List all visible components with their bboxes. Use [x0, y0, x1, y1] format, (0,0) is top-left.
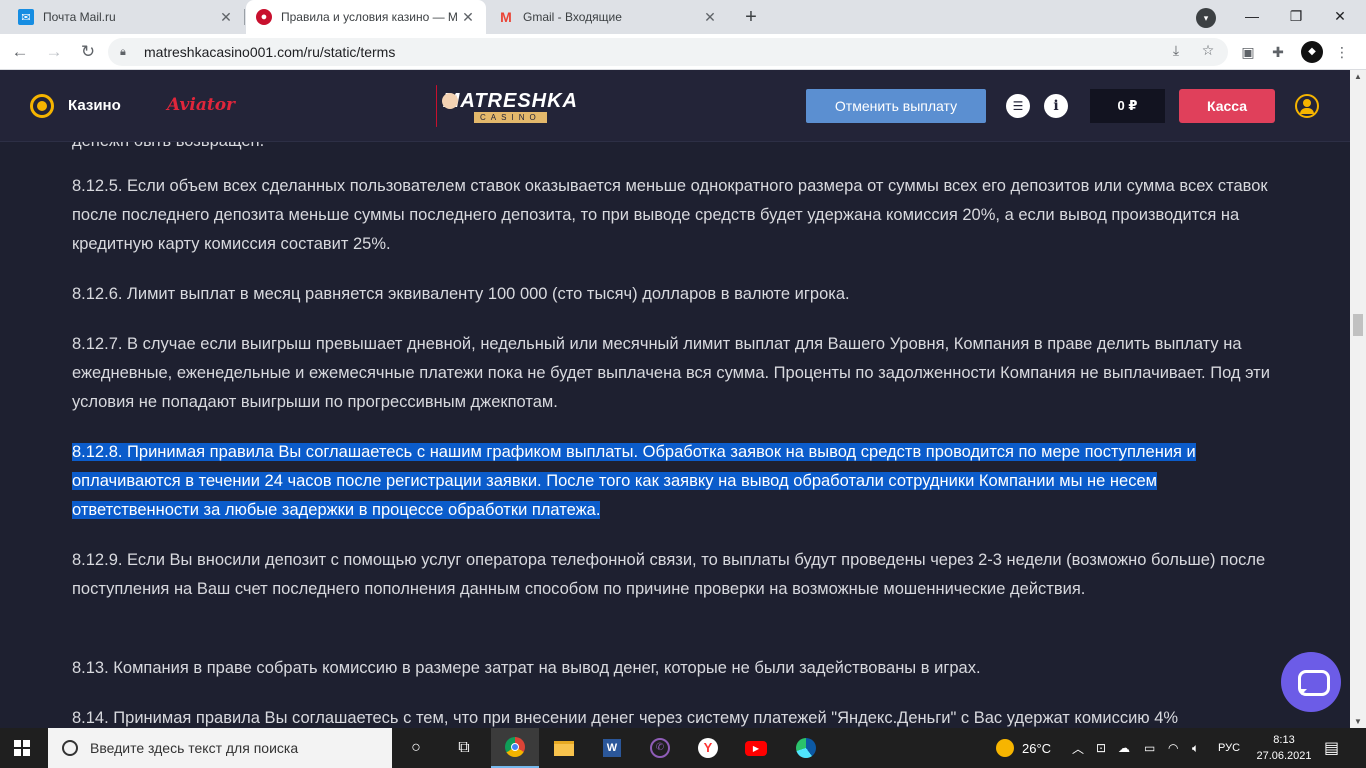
windows-taskbar: Введите здесь текст для поиска ○ ⧉ W ✆ Y…	[0, 728, 1366, 768]
tab-mail[interactable]: ✉ Почта Mail.ru ✕	[8, 0, 244, 34]
wifi-icon[interactable]: ◠	[1168, 728, 1178, 768]
close-icon[interactable]: ✕	[460, 9, 476, 26]
scroll-up-icon[interactable]: ▲	[1354, 72, 1362, 81]
selected-text: 8.12.8. Принимая правила Вы соглашаетесь…	[72, 443, 1196, 519]
viber-icon[interactable]: ✆	[636, 728, 684, 768]
sun-icon	[996, 739, 1014, 757]
cancel-payout-button[interactable]: Отменить выплату	[806, 89, 986, 123]
chrome-icon[interactable]	[491, 728, 539, 768]
star-icon[interactable]: ☆	[1198, 40, 1218, 60]
tab-label: Почта Mail.ru	[43, 10, 116, 24]
nav-aviator[interactable]: Aviator	[167, 95, 235, 115]
balance-display[interactable]: 0 ₽	[1090, 89, 1165, 123]
windows-start-icon[interactable]	[14, 740, 30, 756]
support-chat-button[interactable]	[1281, 652, 1341, 712]
terms-paragraph-highlighted: 8.12.8. Принимая правила Вы соглашаетесь…	[72, 438, 1282, 525]
browser-tab-bar: ✉ Почта Mail.ru ✕ ● Правила и условия ка…	[0, 0, 1366, 34]
edge-icon[interactable]	[782, 728, 830, 768]
terms-paragraph: 8.12.9. Если Вы вносили депозит с помощь…	[72, 551, 1266, 598]
tab-gmail[interactable]: M Gmail - Входящие ✕	[488, 0, 728, 34]
cortana-icon[interactable]: ○	[392, 728, 440, 768]
close-icon[interactable]: ✕	[218, 9, 234, 26]
youtube-icon[interactable]: ▶	[732, 728, 780, 768]
logo-sub-text: CASINO	[474, 111, 547, 123]
install-icon[interactable]: ⤓	[1166, 40, 1186, 60]
chat-icon[interactable]: ☰	[1006, 94, 1030, 118]
tab-label: Правила и условия казино — M	[281, 10, 458, 24]
address-bar[interactable]: 🔒︎ matreshkacasino001.com/ru/static/term…	[108, 38, 1228, 66]
volume-icon[interactable]: 🔈︎	[1192, 728, 1199, 768]
tray-chevron-icon[interactable]: ︿	[1072, 728, 1084, 768]
site-logo[interactable]: MATRESHKA CASINO	[436, 84, 578, 128]
task-view-icon[interactable]: ⧉	[440, 728, 488, 768]
terms-paragraph: 8.12.5. Если объем всех сделанных пользо…	[72, 177, 1268, 253]
new-tab-button[interactable]: +	[738, 4, 764, 30]
nav-casino[interactable]: Казино	[68, 97, 121, 114]
info-icon[interactable]: i	[1044, 94, 1068, 118]
menu-icon[interactable]: ⋮	[1332, 42, 1352, 62]
avatar[interactable]: ◆	[1301, 41, 1323, 63]
lock-icon[interactable]: 🔒︎	[120, 46, 132, 58]
notification-icon[interactable]: ▤	[1324, 728, 1339, 768]
search-icon	[62, 740, 78, 756]
partial-line: денежн быть возвращен.	[72, 142, 264, 156]
gmail-icon: M	[500, 9, 512, 25]
logo-main-text: MATRESHKA	[442, 89, 578, 112]
matreshka-logo-icon	[436, 85, 452, 127]
network-device-icon[interactable]: ⊡	[1096, 728, 1106, 768]
cash-button[interactable]: Касса	[1179, 89, 1275, 123]
matreshka-favicon: ●	[256, 9, 272, 25]
scroll-down-icon[interactable]: ▼	[1354, 717, 1362, 726]
scroll-thumb[interactable]	[1353, 314, 1363, 336]
clock-date: 27.06.2021	[1256, 750, 1312, 762]
url-text: matreshkacasino001.com/ru/static/terms	[144, 44, 396, 60]
weather-widget[interactable]: 26°C	[996, 728, 1051, 768]
minimize-button[interactable]: —	[1230, 0, 1274, 34]
extension-icon[interactable]: ▣	[1238, 42, 1258, 62]
word-icon[interactable]: W	[588, 728, 636, 768]
terms-paragraph: 8.14. Принимая правила Вы соглашаетесь с…	[72, 709, 1179, 727]
tab-label: Gmail - Входящие	[523, 10, 622, 24]
back-button[interactable]: ←	[8, 40, 32, 64]
tab-search-icon[interactable]: ▾	[1196, 8, 1216, 28]
restore-button[interactable]: ❐	[1274, 0, 1318, 34]
terms-paragraph: 8.13. Компания в праве собрать комиссию …	[72, 659, 981, 677]
file-explorer-icon[interactable]	[540, 728, 588, 768]
reload-button[interactable]: ↻	[76, 40, 100, 64]
weather-temperature: 26°C	[1022, 740, 1052, 756]
close-window-button[interactable]: ✕	[1318, 0, 1362, 34]
mail-icon: ✉	[18, 9, 34, 25]
cloud-icon[interactable]: ☁	[1118, 728, 1130, 768]
user-icon[interactable]	[1295, 94, 1319, 118]
site-header: Казино Aviator MATRESHKA CASINO Отменить…	[0, 70, 1350, 142]
search-placeholder: Введите здесь текст для поиска	[90, 740, 299, 756]
language-indicator[interactable]: РУС	[1218, 728, 1240, 768]
browser-toolbar: ← → ↻ 🔒︎ matreshkacasino001.com/ru/stati…	[0, 34, 1366, 70]
battery-icon[interactable]: ▭	[1144, 728, 1155, 768]
terms-paragraph: 8.12.7. В случае если выигрыш превышает …	[72, 335, 1270, 411]
forward-button[interactable]: →	[42, 40, 66, 64]
terms-content: денежн быть возвращен. 8.12.5. Если объе…	[0, 142, 1350, 728]
system-clock[interactable]: 8:13 27.06.2021	[1252, 732, 1316, 764]
terms-paragraph: 8.12.6. Лимит выплат в месяц равняется э…	[72, 285, 850, 303]
taskbar-search-input[interactable]: Введите здесь текст для поиска	[48, 728, 392, 768]
yandex-browser-icon[interactable]: Y	[684, 728, 732, 768]
page-scrollbar[interactable]: ▲ ▼	[1350, 70, 1366, 728]
casino-chip-icon[interactable]	[30, 94, 54, 118]
puzzle-icon[interactable]: ✚	[1268, 42, 1288, 62]
clock-time: 8:13	[1273, 734, 1295, 746]
close-icon[interactable]: ✕	[702, 9, 718, 26]
tab-casino-terms[interactable]: ● Правила и условия казино — M ✕	[246, 0, 486, 34]
